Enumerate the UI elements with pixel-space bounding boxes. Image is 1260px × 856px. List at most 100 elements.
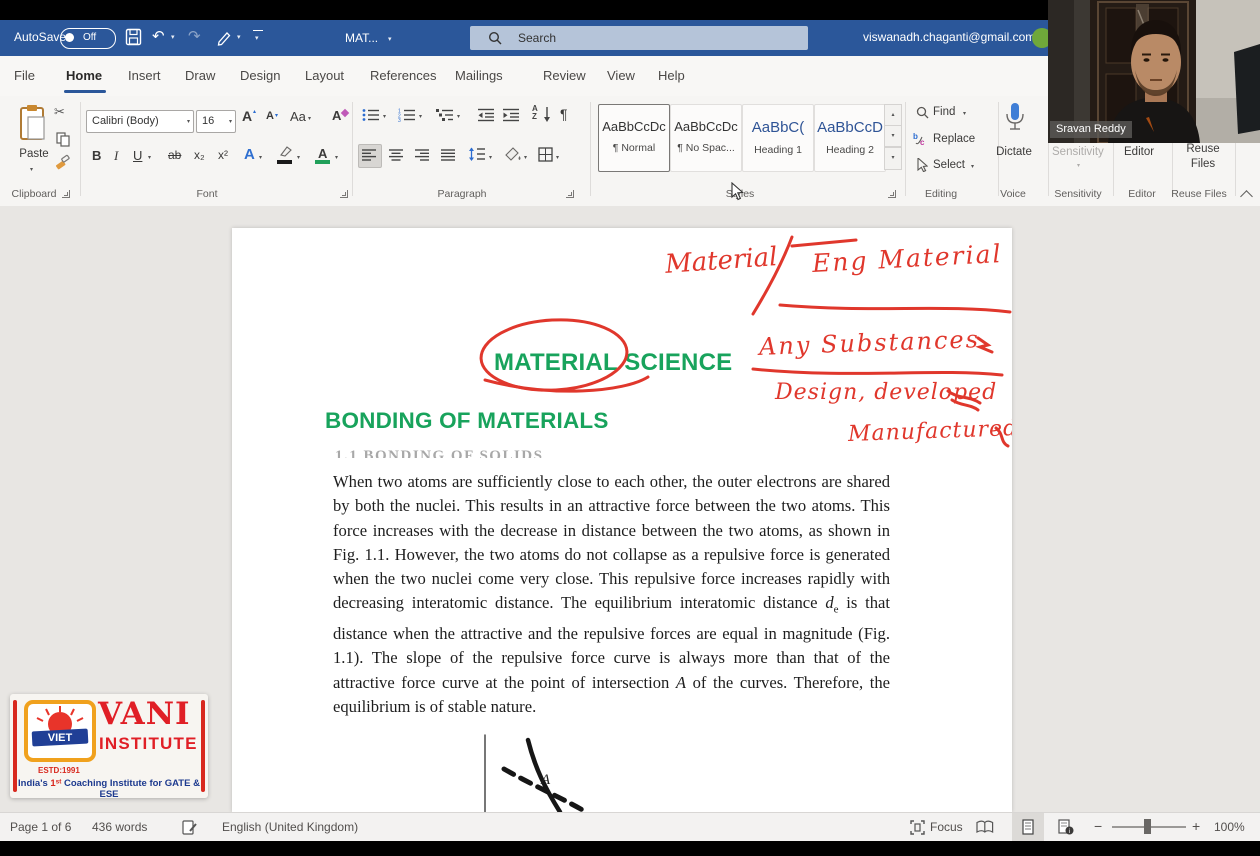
copy-icon[interactable] <box>56 132 70 147</box>
numbering-icon[interactable]: 123 <box>398 108 416 122</box>
show-marks-button[interactable]: ¶ <box>560 106 568 122</box>
sort-icon[interactable]: A Z <box>532 105 538 121</box>
shading-dropdown-icon[interactable]: ▾ <box>524 154 527 161</box>
tab-review[interactable]: Review <box>543 68 586 83</box>
word-count[interactable]: 436 words <box>92 820 147 834</box>
tab-draw[interactable]: Draw <box>185 68 215 83</box>
editor-button[interactable]: Editor <box>1124 146 1154 158</box>
focus-button[interactable]: Focus <box>930 820 963 834</box>
align-right-icon[interactable] <box>415 149 430 161</box>
decrease-indent-icon[interactable] <box>478 108 495 122</box>
font-color-dropdown-icon[interactable]: ▾ <box>335 154 338 161</box>
undo-dropdown-icon[interactable]: ▾ <box>171 33 175 41</box>
tab-insert[interactable]: Insert <box>128 68 161 83</box>
style-heading2[interactable]: AaBbCcD Heading 2 <box>814 104 886 172</box>
tab-file[interactable]: File <box>14 68 35 83</box>
dictate-button[interactable]: Dictate <box>992 146 1036 158</box>
collapse-ribbon-icon[interactable] <box>1240 190 1253 203</box>
select-dropdown-icon[interactable]: ▾ <box>971 163 974 170</box>
text-effects-button[interactable]: A <box>244 146 255 163</box>
style-heading1[interactable]: AaBbC( Heading 1 <box>742 104 814 172</box>
account-email[interactable]: viswanadh.chaganti@gmail.com <box>863 30 1035 44</box>
multilevel-dropdown-icon[interactable]: ▾ <box>457 113 460 120</box>
clipboard-dialog-launcher[interactable] <box>62 190 70 198</box>
font-size-combobox[interactable]: 16▾ <box>196 110 236 133</box>
styles-scroll-down[interactable]: ▾ <box>884 125 902 148</box>
zoom-slider-handle[interactable] <box>1144 819 1151 834</box>
highlight-dropdown-icon[interactable]: ▾ <box>297 154 300 161</box>
find-dropdown-icon[interactable]: ▾ <box>963 110 966 117</box>
document-title[interactable]: MAT... <box>345 31 378 45</box>
paste-dropdown-icon[interactable]: ▾ <box>30 166 33 173</box>
proofing-icon[interactable] <box>182 819 198 835</box>
ink-pen-icon[interactable] <box>216 28 232 46</box>
paste-icon[interactable] <box>18 104 48 142</box>
search-box[interactable] <box>470 26 808 50</box>
zoom-in-button[interactable]: + <box>1192 818 1200 834</box>
save-icon[interactable] <box>125 28 142 46</box>
tab-layout[interactable]: Layout <box>305 68 344 83</box>
text-effects-dropdown-icon[interactable]: ▾ <box>259 154 262 161</box>
cut-icon[interactable]: ✂ <box>54 104 65 120</box>
autosave-toggle[interactable]: Off <box>60 28 116 49</box>
tab-home[interactable]: Home <box>66 68 102 83</box>
tab-design[interactable]: Design <box>240 68 280 83</box>
style-no-spacing[interactable]: AaBbCcDc ¶ No Spac... <box>670 104 742 172</box>
tab-help[interactable]: Help <box>658 68 685 83</box>
ink-dropdown-icon[interactable]: ▾ <box>237 33 241 41</box>
clear-formatting-button[interactable]: A <box>332 108 341 123</box>
numbering-dropdown-icon[interactable]: ▾ <box>419 113 422 120</box>
shading-icon[interactable] <box>504 146 522 162</box>
style-normal[interactable]: AaBbCcDc ¶ Normal <box>598 104 670 172</box>
paste-button[interactable]: Paste <box>12 148 56 160</box>
italic-button[interactable]: I <box>114 148 118 164</box>
change-case-dropdown-icon[interactable]: ▾ <box>308 115 311 122</box>
line-spacing-icon[interactable] <box>468 147 486 162</box>
replace-button[interactable]: Replace <box>933 133 975 145</box>
subscript-button[interactable]: x₂ <box>194 148 205 162</box>
shrink-font-button[interactable]: A <box>266 110 274 122</box>
undo-button[interactable]: ↶ <box>152 27 165 45</box>
document-page[interactable]: MATERIAL SCIENCE BONDING OF MATERIALS 1.… <box>232 228 1012 812</box>
find-button[interactable]: Find <box>933 106 955 118</box>
page-indicator[interactable]: Page 1 of 6 <box>10 820 71 834</box>
styles-scroll-up[interactable]: ▴ <box>884 104 902 127</box>
select-button[interactable]: Select <box>933 159 965 171</box>
bold-button[interactable]: B <box>92 148 101 163</box>
language-indicator[interactable]: English (United Kingdom) <box>222 820 358 834</box>
title-dropdown-icon[interactable]: ▾ <box>388 35 392 43</box>
print-layout-icon[interactable] <box>1022 819 1034 835</box>
strikethrough-button[interactable]: ab <box>168 148 181 162</box>
zoom-out-button[interactable]: − <box>1094 818 1102 834</box>
underline-dropdown-icon[interactable]: ▾ <box>148 154 151 161</box>
webcam-video[interactable]: Sravan Reddy <box>1048 0 1260 143</box>
reuse-files-button[interactable]: Reuse Files <box>1182 142 1224 172</box>
tab-mailings[interactable]: Mailings <box>455 68 503 83</box>
line-spacing-dropdown-icon[interactable]: ▾ <box>489 154 492 161</box>
font-name-combobox[interactable]: Calibri (Body)▾ <box>86 110 194 133</box>
grow-font-button[interactable]: A <box>242 108 252 124</box>
styles-gallery-expand[interactable]: ▾ <box>884 146 902 170</box>
zoom-level[interactable]: 100% <box>1214 820 1245 834</box>
bullets-icon[interactable] <box>362 108 380 122</box>
underline-button[interactable]: U <box>133 148 142 163</box>
read-mode-icon[interactable] <box>976 820 994 834</box>
highlight-icon[interactable] <box>278 144 294 158</box>
bullets-dropdown-icon[interactable]: ▾ <box>383 113 386 120</box>
format-painter-icon[interactable] <box>54 154 70 170</box>
tab-references[interactable]: References <box>370 68 436 83</box>
borders-dropdown-icon[interactable]: ▾ <box>556 154 559 161</box>
styles-dialog-launcher[interactable] <box>888 190 896 198</box>
font-color-button[interactable]: A <box>318 146 327 161</box>
justify-icon[interactable] <box>441 149 456 161</box>
qat-customize-icon[interactable] <box>253 30 263 31</box>
align-center-icon[interactable] <box>389 149 404 161</box>
multilevel-list-icon[interactable] <box>436 108 454 122</box>
superscript-button[interactable]: x² <box>218 148 228 162</box>
web-layout-icon[interactable]: i <box>1058 819 1074 835</box>
dictate-icon[interactable] <box>1004 102 1026 142</box>
search-input[interactable] <box>516 28 780 48</box>
tab-view[interactable]: View <box>607 68 635 83</box>
font-dialog-launcher[interactable] <box>340 190 348 198</box>
paragraph-dialog-launcher[interactable] <box>566 190 574 198</box>
